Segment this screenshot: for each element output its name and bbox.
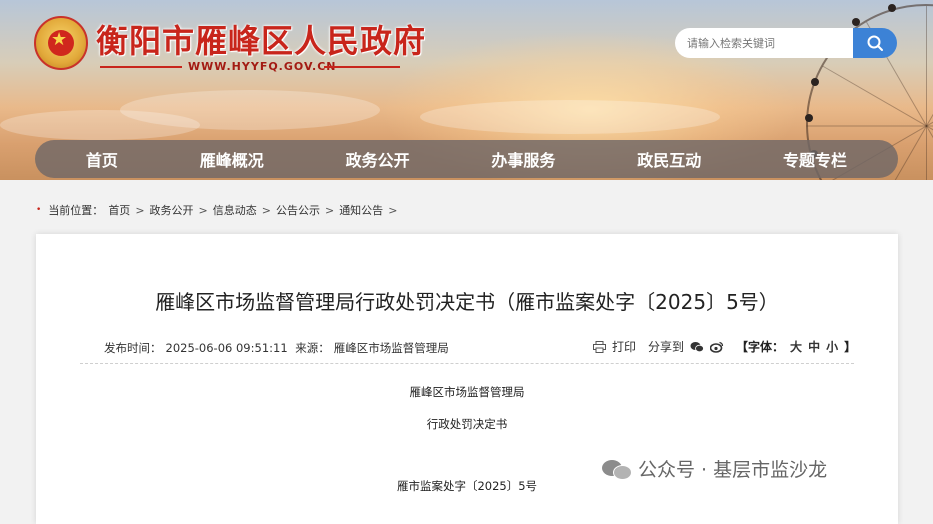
search-button[interactable] <box>853 28 897 58</box>
publish-time: 2025-06-06 09:51:11 <box>165 341 288 355</box>
cloud <box>420 100 720 134</box>
breadcrumb-separator: > <box>198 203 208 217</box>
nav-item-gov-affairs[interactable]: 政务公开 <box>346 147 410 171</box>
weibo-icon[interactable] <box>710 341 724 353</box>
nav-item-topics[interactable]: 专题专栏 <box>783 147 847 171</box>
article-title: 雁峰区市场监督管理局行政处罚决定书（雁市监案处字〔2025〕5号） <box>155 290 779 314</box>
font-size-label: 【字体： <box>736 340 785 354</box>
breadcrumb-link[interactable]: 首页 <box>108 202 130 218</box>
meta-divider <box>80 363 854 364</box>
breadcrumb-link[interactable]: 公告公示 <box>276 202 320 218</box>
article-meta: 发布时间： 2025-06-06 09:51:11 来源： 雁峰区市场监督管理局 <box>104 340 453 356</box>
breadcrumb-link[interactable]: 信息动态 <box>213 202 257 218</box>
search-icon <box>867 35 883 51</box>
national-emblem-logo: ★ <box>34 16 88 70</box>
breadcrumb: • 当前位置： 首页 > 政务公开 > 信息动态 > 公告公示 > 通知公告 > <box>36 202 397 218</box>
url-divider <box>100 66 182 68</box>
header-banner: ★ 衡阳市雁峰区人民政府 WWW.HYYFQ.GOV.CN 首页 雁峰概况 政务… <box>0 0 933 180</box>
url-divider <box>324 66 400 68</box>
site-url: WWW.HYYFQ.GOV.CN <box>188 60 337 73</box>
publish-label: 发布时间： <box>104 341 162 355</box>
search-input[interactable] <box>675 28 855 58</box>
breadcrumb-separator: > <box>324 203 335 217</box>
font-medium-button[interactable]: 中 <box>808 338 820 355</box>
body-line-agency: 雁峰区市场监督管理局 <box>409 385 525 399</box>
breadcrumb-prefix: 当前位置： <box>48 204 104 217</box>
share-label: 分享到 <box>648 340 685 354</box>
breadcrumb-separator: > <box>135 203 145 217</box>
breadcrumb-link[interactable]: 通知公告 <box>339 202 383 218</box>
nav-item-home[interactable]: 首页 <box>86 147 118 171</box>
font-size-close: 】 <box>844 340 857 354</box>
breadcrumb-separator: > <box>261 203 271 217</box>
breadcrumb-link[interactable]: 政务公开 <box>150 202 194 218</box>
font-large-button[interactable]: 大 <box>790 338 802 355</box>
source-value: 雁峰区市场监督管理局 <box>333 341 449 355</box>
font-small-button[interactable]: 小 <box>826 338 838 355</box>
breadcrumb-separator: > <box>388 203 398 217</box>
source-label: 来源： <box>295 341 330 355</box>
nav-item-overview[interactable]: 雁峰概况 <box>200 147 264 171</box>
nav-item-interaction[interactable]: 政民互动 <box>637 147 701 171</box>
watermark: 公众号 · 基层市监沙龙 <box>602 455 827 482</box>
cloud <box>0 110 200 140</box>
search-box <box>675 28 897 58</box>
article-tools: 打印 分享到 【字体： 大 中 小 】 <box>593 338 856 355</box>
nav-item-services[interactable]: 办事服务 <box>491 147 555 171</box>
site-title[interactable]: 衡阳市雁峰区人民政府 <box>96 16 426 62</box>
print-button[interactable]: 打印 <box>612 338 636 355</box>
location-dot-icon: • <box>36 205 42 215</box>
wechat-official-account-icon <box>602 458 632 480</box>
wechat-icon[interactable] <box>690 341 704 353</box>
print-icon[interactable] <box>593 340 606 353</box>
watermark-text: 公众号 · 基层市监沙龙 <box>638 459 828 481</box>
main-nav: 首页 雁峰概况 政务公开 办事服务 政民互动 专题专栏 <box>35 140 898 178</box>
body-line-doc-type: 行政处罚决定书 <box>426 417 508 431</box>
